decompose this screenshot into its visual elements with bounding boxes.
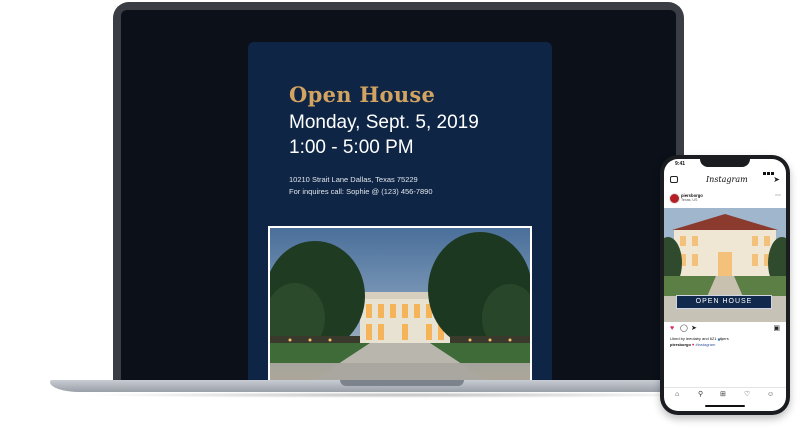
bottom-tab-bar: ⌂ ⚲ ⊞ ♡ ☺	[664, 387, 786, 402]
post-image[interactable]: OPEN HOUSE	[664, 208, 786, 322]
activity-icon[interactable]: ♡	[744, 391, 750, 399]
camera-icon[interactable]	[670, 176, 678, 183]
flyer-address: 10210 Strait Lane Dallas, Texas 75229	[289, 175, 418, 184]
phone-frame: 9:41 Instagram ➤ piersborgo Texas, US ⋯	[660, 155, 790, 415]
direct-message-icon[interactable]: ➤	[773, 175, 780, 184]
likes-text[interactable]: Liked by leeolaby and 621 others	[670, 336, 729, 341]
heart-icon[interactable]: ♥	[670, 325, 674, 333]
app-title: Instagram	[706, 175, 748, 184]
flyer-date: Monday, Sept. 5, 2019	[289, 112, 479, 133]
phone-screen: 9:41 Instagram ➤ piersborgo Texas, US ⋯	[664, 159, 786, 411]
heart-emoji-icon: ♥	[692, 342, 695, 347]
home-indicator	[705, 405, 745, 407]
profile-icon[interactable]: ☺	[767, 391, 774, 399]
flyer-contact: For inquires call: Sophie @ (123) 456-78…	[289, 187, 433, 196]
laptop-shadow	[80, 392, 725, 398]
phone-notch	[700, 159, 750, 167]
laptop-base	[50, 380, 755, 400]
bookmark-icon[interactable]: ▣	[773, 325, 780, 333]
caption-hashtag[interactable]: #instagram	[696, 342, 716, 347]
laptop-opening-notch	[340, 380, 464, 386]
carousel-dots	[718, 328, 728, 341]
post-actions: ♥ ◯ ➤ ▣	[664, 324, 786, 341]
post-header: piersborgo Texas, US ⋯	[664, 191, 786, 207]
post-location[interactable]: Texas, US	[681, 198, 697, 202]
house-photo	[268, 226, 532, 382]
status-icons	[762, 162, 778, 175]
search-icon[interactable]: ⚲	[698, 391, 703, 399]
comment-icon[interactable]: ◯	[680, 325, 688, 333]
instagram-header: Instagram ➤	[664, 173, 786, 187]
open-house-flyer: Open House Monday, Sept. 5, 2019 1:00 - …	[248, 42, 552, 382]
post-caption: piersborgo ♥ #instagram	[670, 342, 715, 347]
share-icon[interactable]: ➤	[691, 325, 697, 333]
laptop-screen: Open House Monday, Sept. 5, 2019 1:00 - …	[121, 10, 676, 382]
more-icon[interactable]: ⋯	[775, 192, 781, 199]
house-photo-image	[270, 228, 530, 382]
open-house-banner: OPEN HOUSE	[676, 295, 772, 309]
avatar[interactable]	[669, 193, 680, 204]
caption-username[interactable]: piersborgo	[670, 342, 691, 347]
flyer-time: 1:00 - 5:00 PM	[289, 137, 414, 158]
add-post-icon[interactable]: ⊞	[720, 391, 726, 399]
flyer-title: Open House	[289, 82, 436, 107]
status-time: 9:41	[675, 161, 686, 167]
home-icon[interactable]: ⌂	[675, 391, 679, 399]
